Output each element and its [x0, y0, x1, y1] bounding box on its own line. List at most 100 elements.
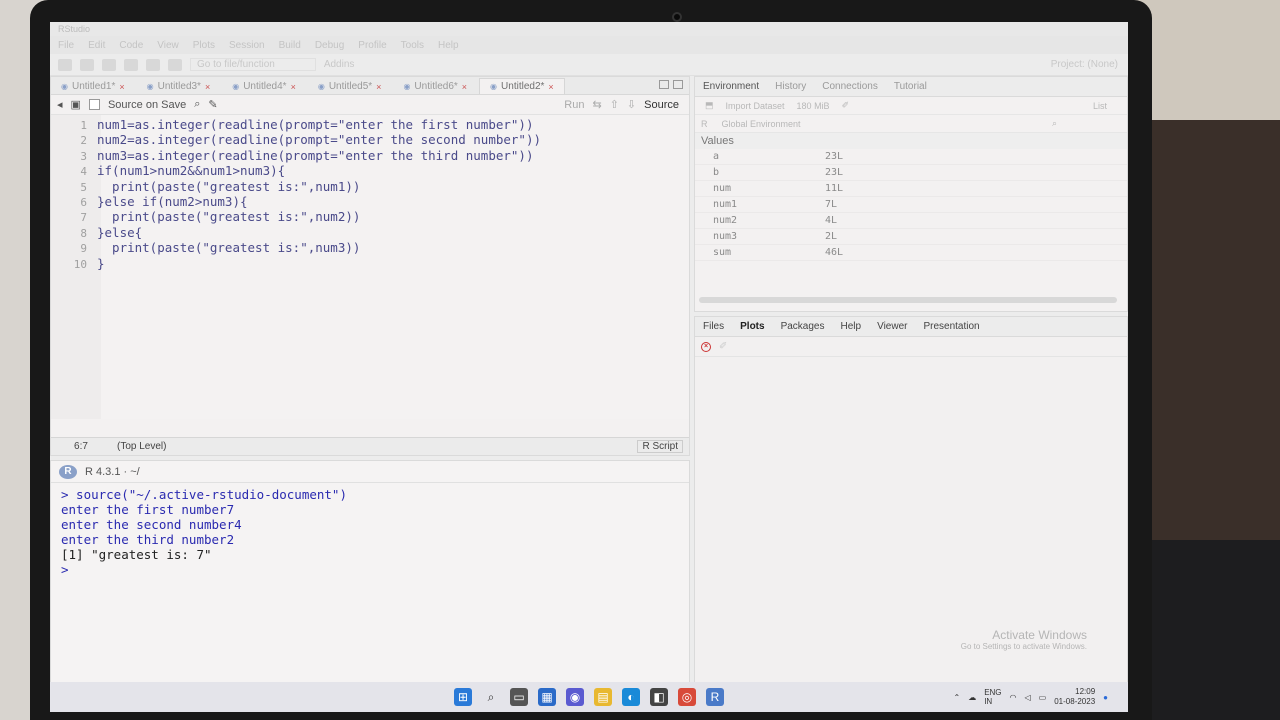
- save-doc-icon[interactable]: ▣: [71, 98, 81, 111]
- project-menu[interactable]: Project: (None): [1051, 59, 1118, 70]
- magic-wand-icon[interactable]: ✎: [208, 98, 217, 111]
- global-env-selector[interactable]: Global Environment: [722, 119, 801, 129]
- maximize-pane-icon[interactable]: [673, 80, 683, 89]
- broom-icon[interactable]: ✐: [719, 341, 727, 352]
- files-tab[interactable]: Presentation: [923, 321, 979, 332]
- console-output[interactable]: > source("~/.active-rstudio-document") en…: [51, 483, 689, 581]
- source-button[interactable]: Source: [644, 99, 679, 111]
- addins-button[interactable]: Addins: [324, 59, 355, 70]
- menu-item[interactable]: Profile: [358, 40, 386, 51]
- environment-tab[interactable]: History: [775, 81, 806, 92]
- menu-item[interactable]: Tools: [401, 40, 424, 51]
- language-selector[interactable]: R: [701, 119, 708, 129]
- code-editor[interactable]: 1 num1=as.integer(readline(prompt="enter …: [51, 115, 689, 419]
- notification-icon[interactable]: ●: [1103, 693, 1108, 702]
- files-tab[interactable]: Packages: [781, 321, 825, 332]
- variable-name: sum: [713, 247, 732, 258]
- chevron-up-icon[interactable]: ⌃: [953, 693, 960, 702]
- print-icon[interactable]: [168, 58, 182, 71]
- store-icon[interactable]: ◧: [650, 688, 668, 706]
- menu-item[interactable]: Edit: [88, 40, 105, 51]
- document-tab[interactable]: ◉ Untitled1* ×: [51, 79, 135, 94]
- document-tab[interactable]: ◉ Untitled4* ×: [222, 79, 306, 94]
- close-icon[interactable]: ×: [376, 82, 381, 92]
- run-button[interactable]: Run: [564, 99, 584, 111]
- chrome-icon[interactable]: ◎: [678, 688, 696, 706]
- menu-item[interactable]: Debug: [315, 40, 344, 51]
- open-file-icon[interactable]: [102, 58, 116, 71]
- files-tab[interactable]: Viewer: [877, 321, 907, 332]
- language-indicator[interactable]: ENG IN: [984, 688, 1001, 706]
- environment-tab[interactable]: Tutorial: [894, 81, 927, 92]
- close-icon[interactable]: ×: [462, 82, 467, 92]
- cloud-icon[interactable]: ☁: [968, 693, 976, 702]
- memory-usage[interactable]: 180 MiB: [797, 101, 830, 111]
- new-file-icon[interactable]: [58, 58, 72, 71]
- source-on-save-checkbox[interactable]: [88, 99, 100, 110]
- code-line: 10}: [51, 256, 105, 271]
- line-number: 7: [80, 211, 87, 225]
- table-row[interactable]: num 11L: [695, 181, 1127, 197]
- battery-icon[interactable]: ▭: [1039, 693, 1047, 702]
- remove-plot-icon[interactable]: ×: [701, 341, 711, 352]
- back-icon[interactable]: ◂: [57, 98, 63, 111]
- goto-file-input[interactable]: Go to file/function: [190, 58, 316, 71]
- close-icon[interactable]: ×: [291, 82, 296, 92]
- environment-tab[interactable]: Environment: [703, 81, 759, 92]
- volume-icon[interactable]: ◁: [1025, 693, 1031, 702]
- minimize-pane-icon[interactable]: [659, 80, 669, 89]
- scope-selector[interactable]: (Top Level): [117, 441, 166, 452]
- document-tab[interactable]: ◉ Untitled5* ×: [308, 79, 392, 94]
- document-tab[interactable]: ◉ Untitled3* ×: [137, 79, 221, 94]
- menu-item[interactable]: Build: [279, 40, 301, 51]
- menu-item[interactable]: View: [157, 40, 179, 51]
- wifi-icon[interactable]: ◠: [1010, 693, 1017, 702]
- environment-tab[interactable]: Connections: [822, 81, 878, 92]
- rstudio-icon[interactable]: R: [706, 688, 724, 706]
- save-icon[interactable]: [124, 58, 138, 71]
- save-all-icon[interactable]: [146, 58, 160, 71]
- menu-item[interactable]: Help: [438, 40, 459, 51]
- close-icon[interactable]: ×: [205, 82, 210, 92]
- table-row[interactable]: b 23L: [695, 165, 1127, 181]
- load-workspace-icon[interactable]: ⬒: [705, 100, 714, 111]
- edge-browser-icon[interactable]: ◐: [622, 688, 640, 706]
- files-tab[interactable]: Help: [841, 321, 862, 332]
- up-arrow-icon[interactable]: ⇧: [610, 98, 619, 111]
- table-row[interactable]: sum 46L: [695, 245, 1127, 261]
- menu-item[interactable]: Code: [119, 40, 143, 51]
- down-arrow-icon[interactable]: ⇩: [627, 98, 636, 111]
- teams-chat-icon[interactable]: ◉: [566, 688, 584, 706]
- horizontal-scrollbar[interactable]: [699, 297, 1117, 303]
- table-row[interactable]: num3 2L: [695, 229, 1127, 245]
- search-icon[interactable]: ⌕: [482, 688, 500, 706]
- rerun-icon[interactable]: ⇆: [592, 98, 601, 111]
- menu-item[interactable]: Session: [229, 40, 265, 51]
- table-row[interactable]: a 23L: [695, 149, 1127, 165]
- import-dataset-button[interactable]: Import Dataset: [726, 101, 785, 111]
- source-toolbar: ◂ ▣ Source on Save ⌕ ✎ Run ⇆ ⇧ ⇩ Source: [51, 95, 689, 115]
- files-tab[interactable]: Files: [703, 321, 724, 332]
- list-view-button[interactable]: List: [1093, 101, 1107, 111]
- windows-start-icon[interactable]: ⊞: [454, 688, 472, 706]
- task-view-icon[interactable]: ▭: [510, 688, 528, 706]
- files-tab[interactable]: Plots: [740, 321, 764, 332]
- broom-icon[interactable]: ✐: [842, 100, 850, 111]
- clock[interactable]: 12:09 01-08-2023: [1054, 687, 1095, 707]
- document-tab[interactable]: ◉ Untitled2* ×: [479, 78, 565, 94]
- menu-item[interactable]: File: [58, 40, 74, 51]
- menu-item[interactable]: Plots: [193, 40, 215, 51]
- document-tab[interactable]: ◉ Untitled6* ×: [393, 79, 477, 94]
- close-icon[interactable]: ×: [119, 82, 124, 92]
- search-icon[interactable]: ⌕: [1052, 118, 1057, 129]
- file-explorer-icon[interactable]: ▤: [594, 688, 612, 706]
- close-icon[interactable]: ×: [548, 82, 553, 92]
- code-line: 3 num3=as.integer(readline(prompt="enter …: [51, 148, 533, 163]
- widgets-icon[interactable]: ▦: [538, 688, 556, 706]
- table-row[interactable]: num1 7L: [695, 197, 1127, 213]
- table-row[interactable]: num2 4L: [695, 213, 1127, 229]
- open-project-icon[interactable]: [80, 58, 94, 71]
- filetype-selector[interactable]: R Script: [637, 440, 683, 453]
- document-tab-label: Untitled6*: [414, 81, 458, 92]
- search-icon[interactable]: ⌕: [194, 98, 200, 111]
